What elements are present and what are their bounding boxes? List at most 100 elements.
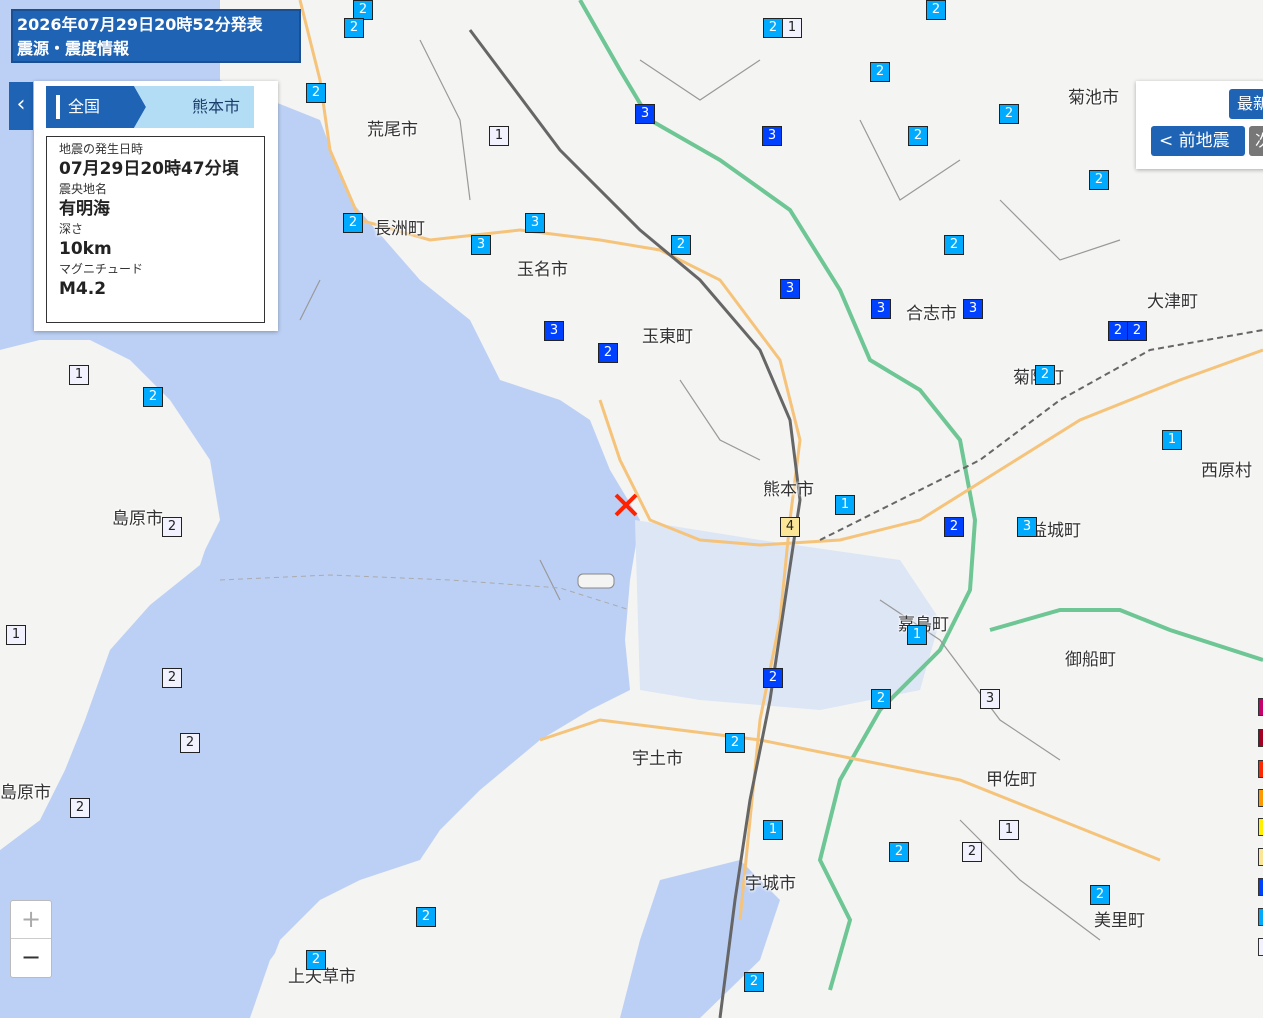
intensity-marker[interactable]: 1	[835, 495, 855, 515]
intensity-marker[interactable]: 2	[162, 517, 182, 537]
intensity-marker[interactable]: 3	[1017, 517, 1037, 537]
intensity-marker[interactable]: 3	[762, 126, 782, 146]
intensity-marker[interactable]: 2	[763, 668, 783, 688]
intensity-marker[interactable]: 1	[6, 625, 26, 645]
place-label: 甲佐町	[986, 770, 1037, 790]
intensity-marker[interactable]: 1	[763, 820, 783, 840]
intensity-marker[interactable]: 1	[489, 126, 509, 146]
intensity-marker[interactable]: 2	[343, 213, 363, 233]
intensity-marker[interactable]: 3	[635, 104, 655, 124]
legend-swatch	[1258, 848, 1263, 866]
intensity-marker[interactable]: 2	[416, 907, 436, 927]
previous-quake-button[interactable]: < 前地震	[1151, 126, 1245, 156]
quake-info-panel: 全国 熊本市 地震の発生日時 07月29日20時47分頃 震央地名 有明海 深さ…	[34, 81, 278, 331]
magnitude-value: M4.2	[59, 279, 107, 299]
collapse-panel-button[interactable]: ‹	[9, 82, 33, 130]
place-label: 美里町	[1094, 911, 1145, 931]
intensity-marker[interactable]: 2	[1127, 321, 1147, 341]
legend-swatch	[1258, 698, 1263, 716]
intensity-marker[interactable]: 2	[344, 18, 364, 38]
place-label: 大津町	[1147, 292, 1198, 312]
intensity-marker[interactable]: 2	[870, 62, 890, 82]
place-label: 西原村	[1201, 461, 1252, 481]
chevron-left-icon: ‹	[16, 92, 26, 117]
intensity-marker[interactable]: 2	[671, 235, 691, 255]
magnitude-label: マグニチュード	[59, 262, 144, 276]
depth-label: 深さ	[59, 222, 84, 236]
intensity-marker[interactable]: 3	[471, 235, 491, 255]
intensity-marker[interactable]: 2	[1108, 321, 1128, 341]
intensity-marker[interactable]: 3	[963, 299, 983, 319]
breadcrumb: 全国 熊本市	[46, 86, 254, 128]
next-quake-button[interactable]: 次	[1249, 126, 1263, 156]
place-label: 島原市	[0, 783, 51, 803]
intensity-marker[interactable]: 1	[782, 18, 802, 38]
intensity-marker[interactable]: 4	[780, 517, 800, 537]
intensity-marker[interactable]: 2	[944, 517, 964, 537]
intensity-marker[interactable]: 3	[980, 689, 1000, 709]
issue-datetime: 2026年07月29日20時52分発表	[17, 15, 263, 34]
legend-swatch	[1258, 760, 1263, 778]
place-label: 熊本市	[763, 480, 814, 500]
place-label: 長洲町	[374, 219, 425, 239]
intensity-marker[interactable]: 2	[180, 733, 200, 753]
legend-swatch	[1258, 938, 1263, 956]
intensity-marker[interactable]: 1	[1162, 430, 1182, 450]
page-title: 震源・震度情報	[17, 39, 130, 58]
quake-navigation-panel: 最新 < 前地震 次	[1136, 81, 1263, 169]
intensity-marker[interactable]: 2	[725, 733, 745, 753]
depth-value: 10km	[59, 239, 112, 259]
time-value: 07月29日20時47分頃	[59, 159, 239, 179]
intensity-marker[interactable]: 2	[143, 387, 163, 407]
intensity-marker[interactable]: 2	[908, 126, 928, 146]
place-label: 玉東町	[642, 327, 693, 347]
intensity-marker[interactable]: 2	[162, 668, 182, 688]
intensity-marker[interactable]: 2	[306, 83, 326, 103]
zoom-out-button[interactable]: −	[11, 939, 51, 977]
intensity-marker[interactable]: 3	[780, 279, 800, 299]
latest-quake-button[interactable]: 最新	[1229, 89, 1263, 119]
intensity-marker[interactable]: 3	[871, 299, 891, 319]
intensity-marker[interactable]: 2	[889, 842, 909, 862]
place-label: 荒尾市	[367, 120, 418, 140]
intensity-marker[interactable]: 3	[544, 321, 564, 341]
area-label: 震央地名	[59, 182, 108, 196]
zoom-in-button[interactable]: +	[11, 901, 51, 939]
intensity-marker[interactable]: 2	[999, 104, 1019, 124]
intensity-marker[interactable]: 2	[1089, 170, 1109, 190]
intensity-marker[interactable]: 2	[353, 0, 373, 20]
intensity-marker[interactable]: 2	[1090, 885, 1110, 905]
place-label: 合志市	[906, 304, 957, 324]
legend-swatch	[1258, 908, 1263, 926]
intensity-marker[interactable]: 2	[744, 972, 764, 992]
intensity-marker[interactable]: 3	[525, 213, 545, 233]
issue-title-box: 2026年07月29日20時52分発表 震源・震度情報	[11, 9, 301, 63]
intensity-marker[interactable]: 1	[69, 365, 89, 385]
intensity-marker[interactable]: 1	[907, 625, 927, 645]
place-label: 益城町	[1030, 521, 1081, 541]
place-label: 御船町	[1065, 650, 1116, 670]
intensity-marker[interactable]: 2	[306, 950, 326, 970]
place-label: 玉名市	[517, 260, 568, 280]
intensity-marker[interactable]: 2	[962, 842, 982, 862]
area-value: 有明海	[59, 199, 110, 219]
intensity-marker[interactable]: 2	[871, 689, 891, 709]
intensity-marker[interactable]: 2	[70, 798, 90, 818]
legend-swatch	[1258, 818, 1263, 836]
place-label: 宇土市	[632, 749, 683, 769]
intensity-marker[interactable]: 2	[926, 0, 946, 20]
intensity-marker[interactable]: 2	[598, 343, 618, 363]
intensity-marker[interactable]: 2	[1035, 365, 1055, 385]
quake-details: 地震の発生日時 07月29日20時47分頃 震央地名 有明海 深さ 10km マ…	[46, 136, 265, 323]
zoom-control: + −	[10, 900, 52, 978]
breadcrumb-national[interactable]: 全国	[46, 86, 146, 128]
place-label: 宇城市	[745, 874, 796, 894]
intensity-marker[interactable]: 1	[999, 820, 1019, 840]
intensity-marker[interactable]: 2	[763, 18, 783, 38]
time-label: 地震の発生日時	[59, 142, 144, 156]
breadcrumb-city[interactable]: 熊本市	[134, 86, 254, 128]
intensity-marker[interactable]: 2	[944, 235, 964, 255]
legend-swatch	[1258, 789, 1263, 807]
place-label: 島原市	[112, 509, 163, 529]
legend-swatch	[1258, 878, 1263, 896]
